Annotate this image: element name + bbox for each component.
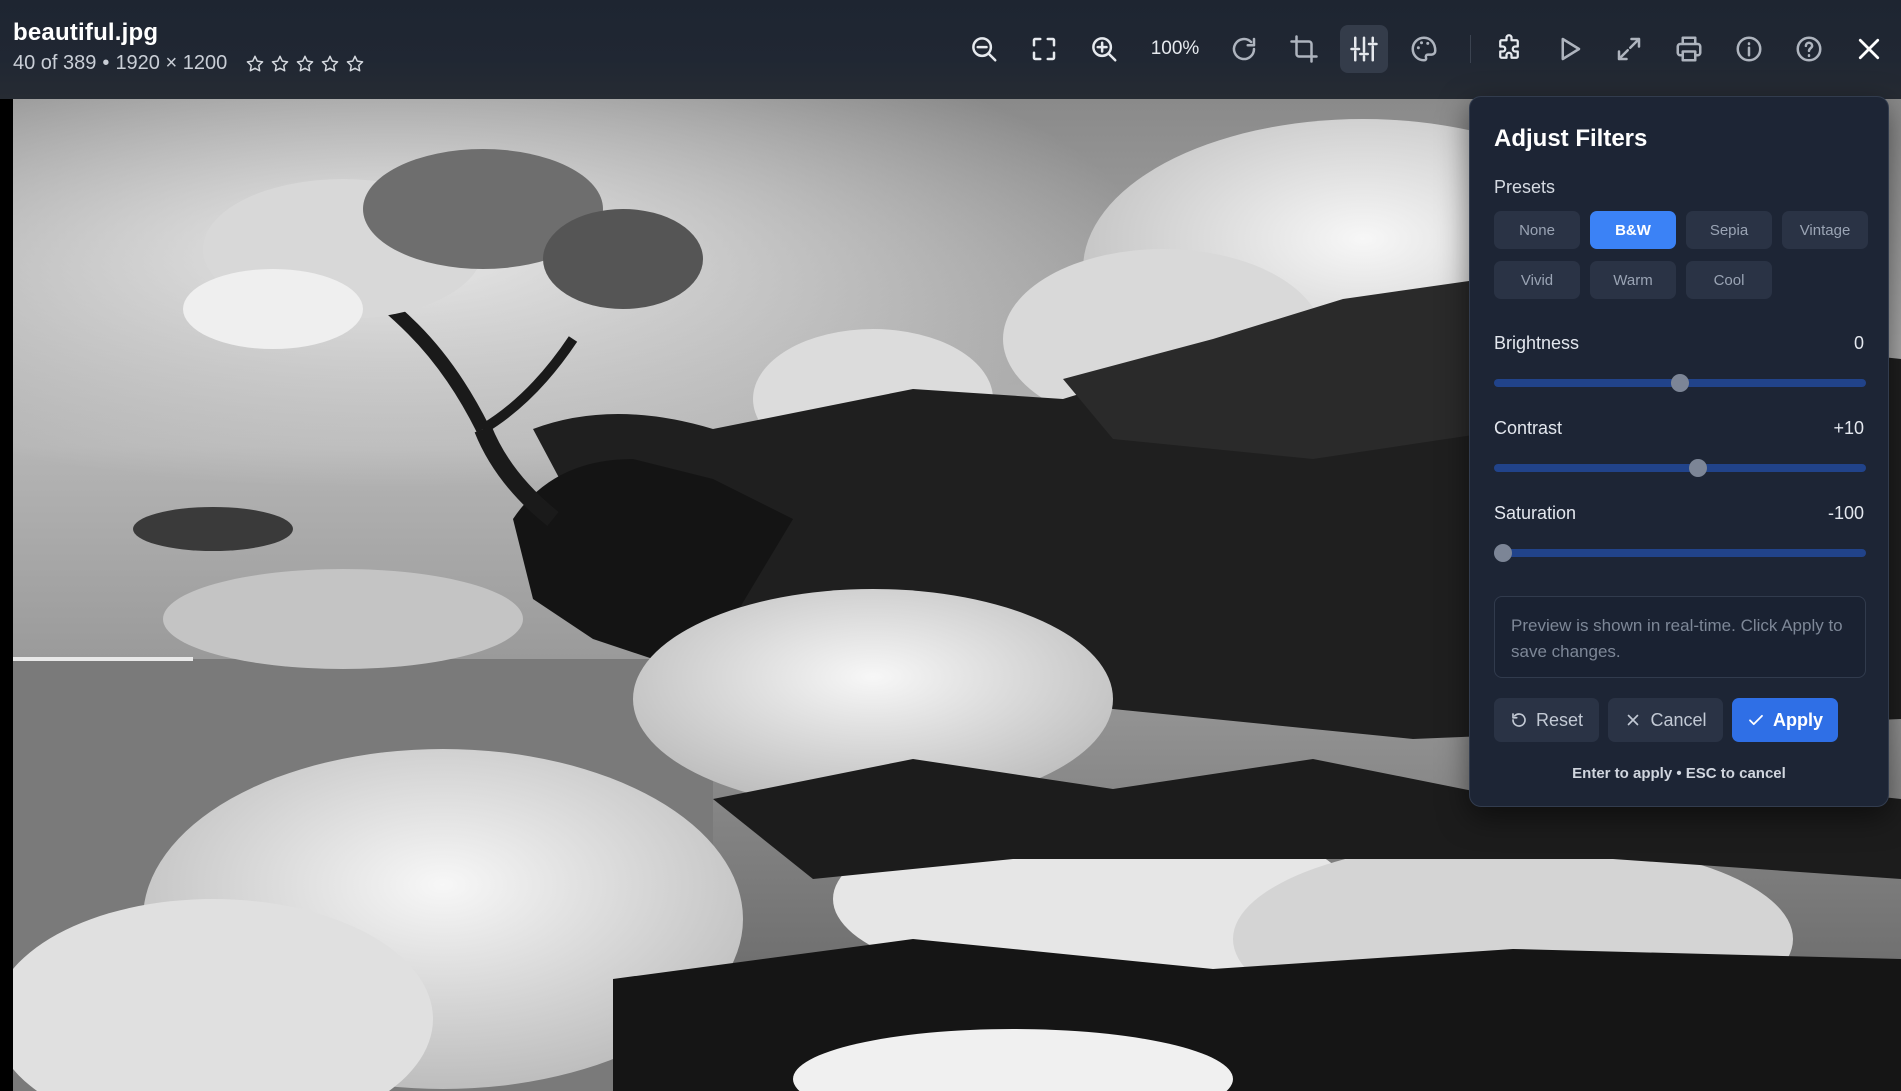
file-name: beautiful.jpg — [13, 19, 159, 46]
preset-sepia[interactable]: Sepia — [1686, 211, 1772, 249]
saturation-label: Saturation — [1494, 503, 1577, 523]
reset-label: Reset — [1535, 709, 1584, 730]
file-meta: 40 of 389 • 1920 × 1200 — [13, 52, 365, 75]
preset-warm[interactable]: Warm — [1590, 261, 1676, 299]
file-dimensions: 1920 × 1200 — [115, 52, 228, 74]
contrast-slider[interactable] — [1494, 458, 1866, 478]
adjust-filters-button[interactable] — [1340, 25, 1388, 73]
brightness-label: Brightness — [1494, 333, 1580, 353]
slider-thumb[interactable] — [1671, 374, 1689, 392]
panel-title: Adjust Filters — [1494, 125, 1648, 152]
zoom-out-icon — [972, 37, 997, 62]
zoom-out-button[interactable] — [960, 25, 1008, 73]
preview-hint: Preview is shown in real-time. Click App… — [1494, 596, 1866, 678]
plugins-button[interactable] — [1485, 25, 1533, 73]
puzzle-icon — [1499, 34, 1519, 59]
rotate-icon — [1232, 37, 1256, 61]
contrast-label: Contrast — [1494, 418, 1563, 438]
presets-label: Presets — [1494, 177, 1556, 197]
cancel-button[interactable]: Cancel — [1608, 698, 1723, 742]
palette-button[interactable] — [1400, 25, 1448, 73]
slider-thumb[interactable] — [1494, 544, 1512, 562]
palette-icon — [1411, 36, 1437, 62]
slideshow-play-icon — [1561, 37, 1581, 61]
star-icon[interactable] — [320, 54, 340, 74]
cancel-x-icon — [1628, 714, 1639, 726]
close-icon — [1858, 38, 1880, 60]
zoom-level[interactable]: 100% — [1140, 25, 1210, 73]
brightness-slider[interactable] — [1494, 373, 1866, 393]
reset-icon — [1512, 713, 1526, 727]
contrast-value: +10 — [1833, 418, 1864, 438]
adjust-filters-panel: Adjust Filters Presets None B&W Sepia Vi… — [1469, 96, 1889, 807]
help-icon — [1796, 36, 1822, 62]
crop-icon — [1290, 35, 1318, 63]
print-icon — [1676, 36, 1702, 62]
meta-separator: • — [102, 52, 110, 74]
star-icon[interactable] — [270, 54, 290, 74]
preset-cool[interactable]: Cool — [1686, 261, 1772, 299]
star-icon[interactable] — [345, 54, 365, 74]
slider-track — [1494, 549, 1866, 557]
preset-vintage[interactable]: Vintage — [1782, 211, 1868, 249]
apply-label: Apply — [1772, 709, 1823, 730]
star-icon[interactable] — [245, 54, 265, 74]
close-button[interactable] — [1845, 25, 1893, 73]
info-button[interactable] — [1725, 25, 1773, 73]
star-icon[interactable] — [295, 54, 315, 74]
rotate-button[interactable] — [1220, 25, 1268, 73]
zoom-in-icon — [1092, 37, 1117, 62]
info-icon — [1736, 36, 1762, 62]
preset-none[interactable]: None — [1494, 211, 1580, 249]
fullscreen-icon — [1617, 37, 1641, 61]
fit-screen-button[interactable] — [1020, 25, 1068, 73]
slider-track — [1494, 464, 1866, 472]
slideshow-button[interactable] — [1545, 25, 1593, 73]
fullscreen-button[interactable] — [1605, 25, 1653, 73]
saturation-slider[interactable] — [1494, 543, 1866, 563]
apply-button[interactable]: Apply — [1732, 698, 1838, 742]
image-viewer: beautiful.jpg 40 of 389 • 1920 × 1200 10… — [0, 0, 1901, 1091]
help-button[interactable] — [1785, 25, 1833, 73]
preset-bw[interactable]: B&W — [1590, 211, 1676, 249]
toolbar-divider — [1470, 35, 1471, 63]
reset-button[interactable]: Reset — [1494, 698, 1599, 742]
file-position: 40 of 389 — [13, 52, 97, 74]
slider-thumb[interactable] — [1688, 459, 1707, 477]
star-rating — [245, 54, 365, 74]
zoom-in-button[interactable] — [1080, 25, 1128, 73]
adjust-filters-icon — [1350, 36, 1378, 62]
brightness-value: 0 — [1853, 333, 1864, 353]
print-button[interactable] — [1665, 25, 1713, 73]
fit-screen-icon — [1032, 37, 1056, 61]
keyboard-shortcut-hint: Enter to apply • ESC to cancel — [1572, 765, 1786, 782]
crop-button[interactable] — [1280, 25, 1328, 73]
top-bar: beautiful.jpg 40 of 389 • 1920 × 1200 10… — [0, 0, 1901, 99]
cancel-label: Cancel — [1650, 709, 1707, 730]
preset-vivid[interactable]: Vivid — [1494, 261, 1580, 299]
saturation-value: -100 — [1827, 503, 1864, 523]
check-icon — [1749, 714, 1763, 726]
